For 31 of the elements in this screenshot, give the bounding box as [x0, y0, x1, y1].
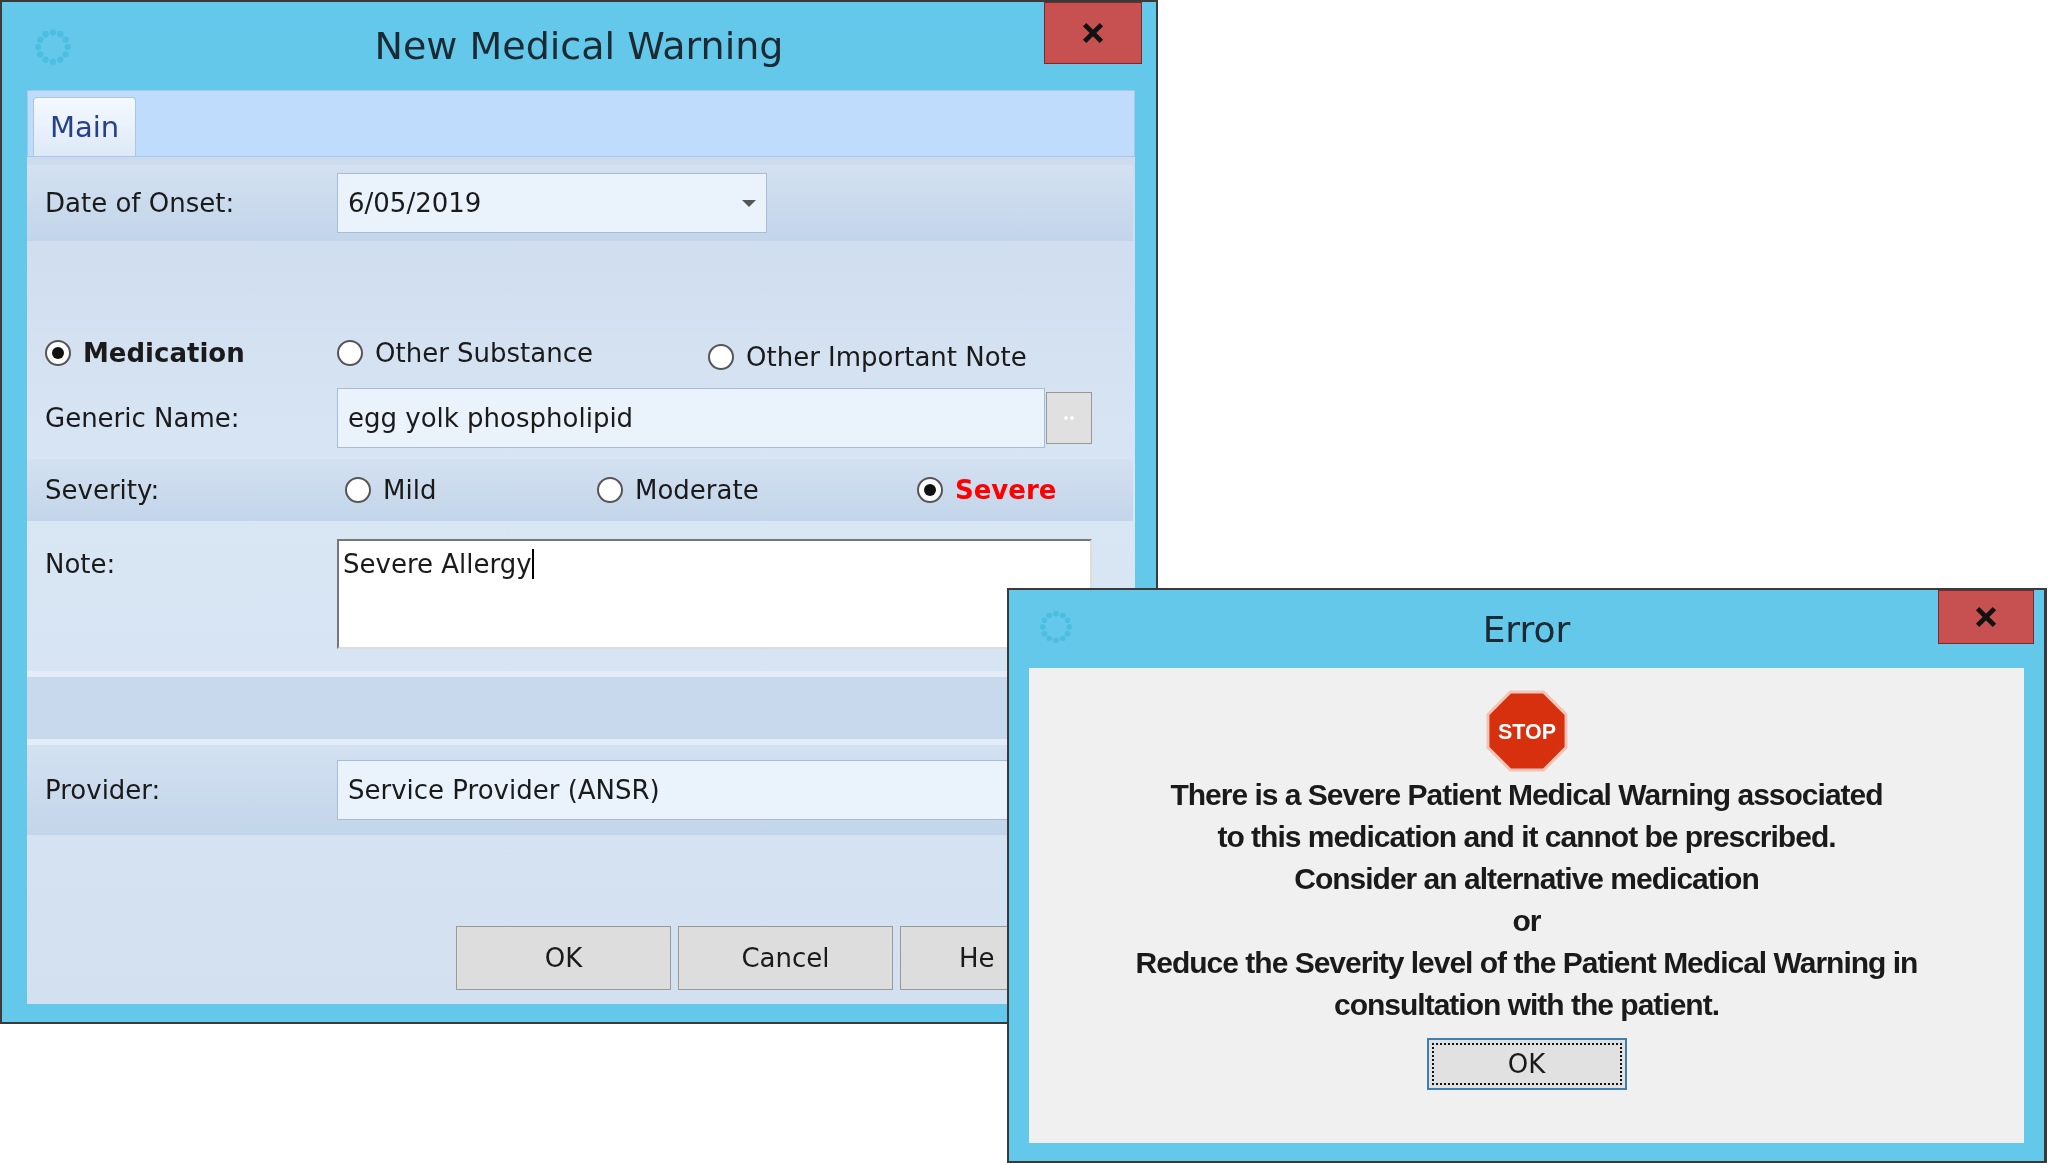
radio-label[interactable]: Mild	[383, 475, 437, 505]
ok-button[interactable]: OK	[1426, 1038, 1627, 1090]
dialog-button[interactable]: Cancel	[678, 926, 893, 990]
date-dropdown[interactable]: 6/05/2019	[337, 173, 767, 233]
radio-label[interactable]: Medication	[83, 338, 245, 368]
radio-button[interactable]	[345, 477, 371, 503]
field-label: Date of Onset:	[45, 188, 236, 218]
radio-button[interactable]	[597, 477, 623, 503]
note-text-area[interactable]: Severe Allergy	[337, 539, 1092, 649]
close-button[interactable]	[1044, 2, 1142, 64]
text-field[interactable]: egg yolk phospholipid	[337, 388, 1045, 448]
radio-label[interactable]: Moderate	[635, 475, 759, 505]
caret-icon	[742, 199, 756, 207]
error-message: There is a Severe Patient Medical Warning associated to this medication and it cannot be prescribed. Consider an alternative medication or Reduce the Severity level of the Patient Medical Warning in consultation with the patient.	[1135, 777, 1918, 1023]
tab[interactable]: Main	[33, 97, 137, 156]
text-cursor	[531, 549, 534, 579]
radio-button[interactable]	[917, 477, 943, 503]
stop-sign-icon: STOP	[1485, 690, 1568, 772]
close-button[interactable]	[1938, 590, 2034, 644]
radio-button[interactable]	[337, 340, 363, 366]
radio-label[interactable]: Other Substance	[375, 338, 594, 368]
radio-button[interactable]	[45, 340, 71, 366]
field-label: Note:	[45, 548, 117, 579]
window-title: New Medical Warning	[374, 24, 784, 68]
field-label: Provider:	[45, 775, 162, 805]
dialog-button[interactable]: OK	[456, 926, 671, 990]
field-label: Severity:	[45, 475, 161, 505]
radio-button[interactable]	[708, 344, 734, 370]
window-title: Error	[1482, 608, 1571, 650]
radio-label[interactable]: Other Important Note	[746, 342, 1027, 372]
field-label: Generic Name:	[45, 403, 241, 433]
